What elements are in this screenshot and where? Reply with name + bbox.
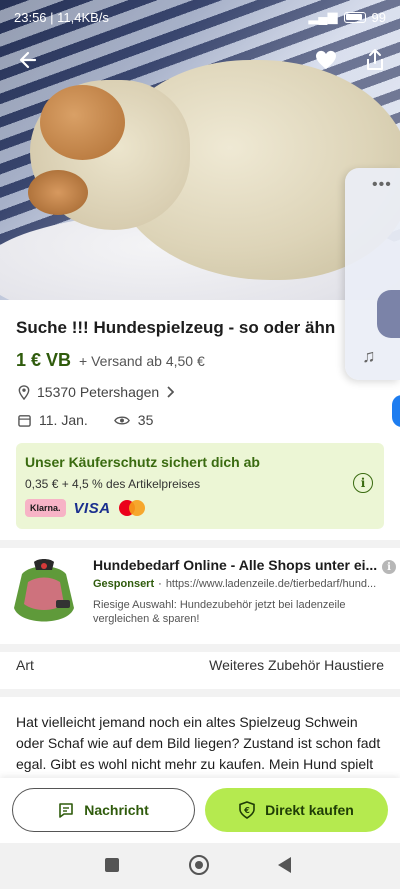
attribute-row: Art Weiteres Zubehör Haustiere xyxy=(16,657,384,673)
info-icon[interactable]: i xyxy=(353,473,373,493)
calendar-icon xyxy=(18,414,31,427)
heart-icon[interactable] xyxy=(310,44,342,76)
more-dots-icon[interactable]: ••• xyxy=(372,176,392,193)
ad-separator-dot: · xyxy=(158,578,162,590)
ad-image[interactable] xyxy=(8,556,80,636)
klarna-logo: Klarna. xyxy=(25,499,66,517)
status-icons: ▂▄▆ 99 xyxy=(308,9,386,25)
payment-logos: Klarna. VISA xyxy=(25,499,145,517)
mastercard-logo xyxy=(118,500,145,516)
listing-meta: 11. Jan. 35 xyxy=(18,412,153,428)
chevron-right-icon xyxy=(167,386,175,398)
price-row: 1 € VB + Versand ab 4,50 € xyxy=(16,350,205,371)
location-link[interactable]: 15370 Petershagen xyxy=(18,384,175,400)
action-bar: Nachricht € Direkt kaufen xyxy=(0,778,400,843)
buyer-protection-fee: 0,35 € + 4,5 % des Artikelpreises xyxy=(25,477,201,491)
battery-level: 99 xyxy=(371,9,386,25)
recent-apps-button[interactable] xyxy=(105,858,119,872)
section-divider xyxy=(0,644,400,652)
floating-panel-tab[interactable] xyxy=(377,290,400,338)
section-divider xyxy=(0,689,400,697)
status-time-network: 23:56 | 11,4KB/s xyxy=(14,9,109,25)
ad-sponsored-label: Gesponsert xyxy=(93,578,155,590)
system-nav-bar xyxy=(0,843,400,889)
location-text: 15370 Petershagen xyxy=(37,384,160,400)
ad-description: Riesige Auswahl: Hundezubehör jetzt bei … xyxy=(93,599,346,625)
eye-icon xyxy=(113,416,130,424)
view-count: 35 xyxy=(137,412,154,428)
back-arrow-icon[interactable] xyxy=(12,44,44,76)
buy-now-button[interactable]: € Direkt kaufen xyxy=(205,788,388,832)
attribute-label: Art xyxy=(16,657,34,673)
ad-info-icon[interactable]: i xyxy=(382,560,396,574)
attribute-value: Weiteres Zubehör Haustiere xyxy=(209,657,384,673)
visa-logo: VISA xyxy=(73,499,111,517)
buy-now-label: Direkt kaufen xyxy=(265,802,354,818)
shipping-cost: + Versand ab 4,50 € xyxy=(79,353,205,369)
buyer-protection-title: Unser Käuferschutz sichert dich ab xyxy=(25,454,260,470)
listing-date: 11. Jan. xyxy=(39,412,88,428)
battery-icon xyxy=(343,11,366,23)
share-icon[interactable] xyxy=(359,44,391,76)
plush-toy-snout xyxy=(28,170,88,215)
location-pin-icon xyxy=(18,384,30,400)
edge-handle[interactable] xyxy=(392,395,400,427)
ad-url[interactable]: https://www.ladenzeile.de/tierbedarf/hun… xyxy=(166,578,376,590)
buyer-protection-card[interactable]: Unser Käuferschutz sichert dich ab 0,35 … xyxy=(16,443,384,529)
svg-text:€: € xyxy=(243,806,250,815)
section-divider xyxy=(0,540,400,548)
status-bar: 23:56 | 11,4KB/s ▂▄▆ 99 xyxy=(0,0,400,34)
message-button-label: Nachricht xyxy=(84,802,149,818)
message-button[interactable]: Nachricht xyxy=(12,788,195,832)
listing-description: Hat vielleicht jemand noch ein altes Spi… xyxy=(16,714,381,782)
ad-title[interactable]: Hundebedarf Online - Alle Shops unter ei… xyxy=(93,557,378,573)
music-note-icon[interactable]: ♫ xyxy=(362,346,382,366)
plush-toy-ear xyxy=(40,85,125,160)
listing-title: Suche !!! Hundespielzeug - so oder ähn xyxy=(16,318,336,337)
shield-euro-icon: € xyxy=(239,801,255,819)
chat-icon xyxy=(59,802,74,818)
signal-icon: ▂▄▆ xyxy=(308,9,338,24)
listing-price: 1 € VB xyxy=(16,350,72,370)
back-button[interactable] xyxy=(278,857,291,873)
home-button[interactable] xyxy=(189,855,209,875)
ad-source: Gesponsert · https://www.ladenzeile.de/t… xyxy=(93,578,393,590)
